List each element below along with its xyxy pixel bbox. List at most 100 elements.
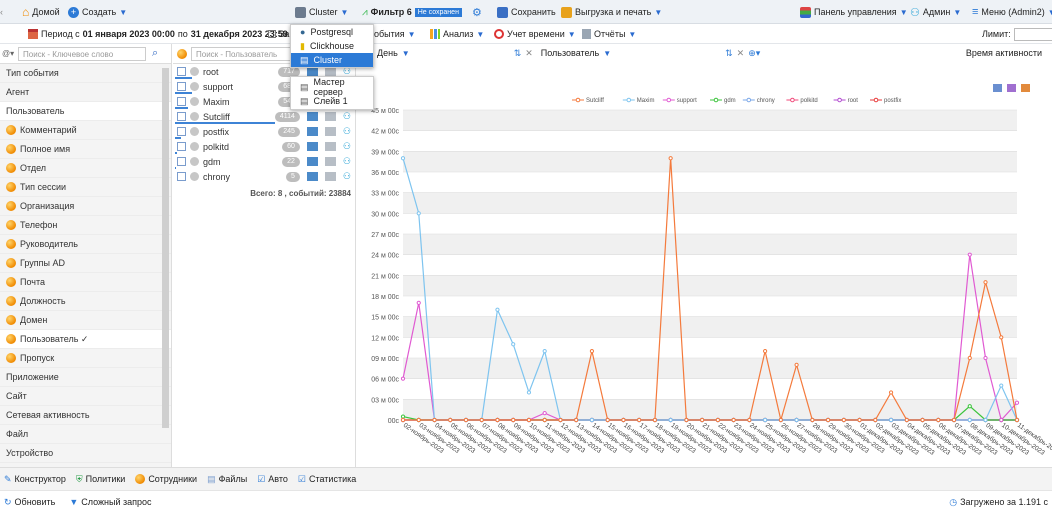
- dimension-item[interactable]: Пользователь ✓: [0, 330, 171, 349]
- back-arrow-icon[interactable]: ‹: [0, 0, 3, 24]
- tab-employees[interactable]: Сотрудники: [135, 474, 197, 484]
- dimension-item[interactable]: Организация: [0, 197, 171, 216]
- export-button[interactable]: Выгрузка и печать ▼: [561, 0, 662, 24]
- save-button[interactable]: Сохранить: [497, 0, 556, 24]
- dimension-item[interactable]: Приложение: [0, 368, 171, 387]
- time-accounting-menu[interactable]: Учет времени ▼: [494, 24, 576, 44]
- users-icon[interactable]: ⚇: [343, 171, 351, 182]
- screen-icon[interactable]: [324, 142, 336, 151]
- dimension-item[interactable]: Отдел: [0, 159, 171, 178]
- dimension-item[interactable]: Комментарий: [0, 121, 171, 140]
- screen-icon[interactable]: [324, 157, 336, 166]
- complex-query-button[interactable]: ▼ Сложный запрос: [69, 497, 151, 507]
- cluster-master[interactable]: ▤ Мастер сервер: [291, 77, 373, 97]
- monitor-icon[interactable]: [306, 67, 318, 76]
- measure-selector[interactable]: Время активности: [966, 48, 1042, 58]
- dimension-item[interactable]: Полное имя: [0, 140, 171, 159]
- control-panel-button[interactable]: Панель управления ▼: [800, 0, 908, 24]
- db-option-cluster[interactable]: ▤ Cluster: [291, 53, 373, 67]
- series-selector[interactable]: Пользователь: [541, 48, 599, 58]
- limit-field[interactable]: Лимит:: [982, 24, 1052, 44]
- users-icon[interactable]: ⚇: [343, 126, 351, 137]
- user-row[interactable]: postfix 245 ⚇: [173, 124, 355, 139]
- dimension-item[interactable]: Сайт: [0, 387, 171, 406]
- close-icon[interactable]: ✕: [525, 48, 533, 59]
- tab-files[interactable]: ▤ Файлы: [207, 474, 247, 485]
- main-menu-button[interactable]: ≡ Меню (Admin2) ▼: [972, 0, 1052, 24]
- user-row[interactable]: gdm 22 ⚇: [173, 154, 355, 169]
- refresh-button[interactable]: ↻ Обновить: [4, 497, 55, 508]
- dimension-item[interactable]: Группы AD: [0, 254, 171, 273]
- dimension-item[interactable]: Устройство: [0, 444, 171, 463]
- dimension-search-input[interactable]: Поиск - Ключевое слово: [18, 46, 146, 61]
- users-icon[interactable]: ⚇: [343, 141, 351, 152]
- user-search-input[interactable]: Поиск - Пользователь: [191, 46, 295, 61]
- dimension-item[interactable]: Должность: [0, 292, 171, 311]
- home-button[interactable]: ⌂ Домой: [22, 0, 60, 24]
- tab-statistics[interactable]: ☑ Статистика: [298, 474, 356, 485]
- user-checkbox[interactable]: [177, 82, 186, 91]
- user-checkbox[interactable]: [177, 142, 186, 151]
- analysis-menu[interactable]: Анализ ▼: [430, 24, 484, 44]
- monitor-icon[interactable]: [306, 157, 318, 166]
- period-checkbox[interactable]: За: [268, 24, 289, 44]
- add-series-icon[interactable]: ⊕▾: [748, 48, 760, 59]
- period-selector[interactable]: Период с 01 января 2023 00:00 по 31 дека…: [28, 24, 288, 44]
- tab-policies[interactable]: ⛨ Политики: [76, 474, 125, 485]
- db-option-postgresql[interactable]: ● Postgresql: [291, 25, 373, 39]
- dimension-item[interactable]: Руководитель: [0, 235, 171, 254]
- dimension-item[interactable]: Домен: [0, 311, 171, 330]
- dimension-item[interactable]: Пропуск: [0, 349, 171, 368]
- dimension-item[interactable]: Почта: [0, 273, 171, 292]
- limit-input[interactable]: [1013, 27, 1052, 41]
- monitor-icon[interactable]: [306, 112, 318, 121]
- screen-icon[interactable]: [324, 112, 336, 121]
- scrollbar[interactable]: [162, 68, 169, 428]
- x-axis-selector[interactable]: День: [377, 48, 398, 58]
- user-checkbox[interactable]: [177, 157, 186, 166]
- users-icon[interactable]: ⚇: [343, 111, 351, 122]
- user-row[interactable]: Sutcliff 4114 ⚇: [173, 109, 355, 124]
- dimension-item[interactable]: Тип события: [0, 64, 171, 83]
- sort-icon[interactable]: ⇅: [514, 48, 522, 59]
- user-checkbox[interactable]: [177, 97, 186, 106]
- data-point: [589, 349, 595, 354]
- dimension-item[interactable]: Тип сессии: [0, 178, 171, 197]
- filter-button[interactable]: ⩘ Фильтр 6 Не сохранен: [362, 0, 462, 24]
- user-checkbox[interactable]: [177, 67, 186, 76]
- checkbox[interactable]: [268, 30, 276, 38]
- reports-menu[interactable]: Отчёты ▼: [582, 24, 636, 44]
- dimension-item[interactable]: Сетевая активность: [0, 406, 171, 425]
- gear-icon[interactable]: ⚙: [472, 0, 482, 24]
- search-icon[interactable]: ⌕: [152, 47, 158, 60]
- refresh-label: Обновить: [14, 497, 56, 507]
- tab-auto[interactable]: ☑ Авто: [257, 474, 288, 485]
- monitor-icon[interactable]: [306, 172, 318, 181]
- user-checkbox[interactable]: [177, 172, 186, 181]
- user-row[interactable]: polkitd 60 ⚇: [173, 139, 355, 154]
- screen-icon[interactable]: [324, 127, 336, 136]
- dimension-item[interactable]: Файл: [0, 425, 171, 444]
- monitor-icon[interactable]: [306, 127, 318, 136]
- users-icon[interactable]: ⚇: [343, 156, 351, 167]
- sort-icon[interactable]: ⇅: [725, 48, 733, 59]
- grid-band: [403, 151, 1017, 172]
- events-menu[interactable]: обытия ▼: [374, 24, 416, 44]
- dimension-item[interactable]: Пользователь: [0, 102, 171, 121]
- user-checkbox[interactable]: [177, 112, 186, 121]
- close-icon[interactable]: ✕: [737, 48, 745, 59]
- db-option-clickhouse[interactable]: ▮ Clickhouse: [291, 39, 373, 53]
- tab-constructor[interactable]: ✎ Конструктор: [4, 474, 66, 485]
- db-select-button[interactable]: Cluster ▼: [295, 0, 348, 24]
- admin-button[interactable]: ⚇ Админ ▼: [910, 0, 961, 24]
- screen-icon[interactable]: [324, 172, 336, 181]
- dimension-item[interactable]: Телефон: [0, 216, 171, 235]
- dimension-item[interactable]: Агент: [0, 83, 171, 102]
- y-tick-label: 36 м 00с: [371, 170, 399, 177]
- create-button[interactable]: + Создать ▼: [68, 0, 127, 24]
- screen-icon[interactable]: [324, 67, 336, 76]
- monitor-icon[interactable]: [306, 142, 318, 151]
- user-checkbox[interactable]: [177, 127, 186, 136]
- search-mode-dropdown[interactable]: @▾: [0, 49, 18, 58]
- user-row[interactable]: chrony 5 ⚇: [173, 169, 355, 184]
